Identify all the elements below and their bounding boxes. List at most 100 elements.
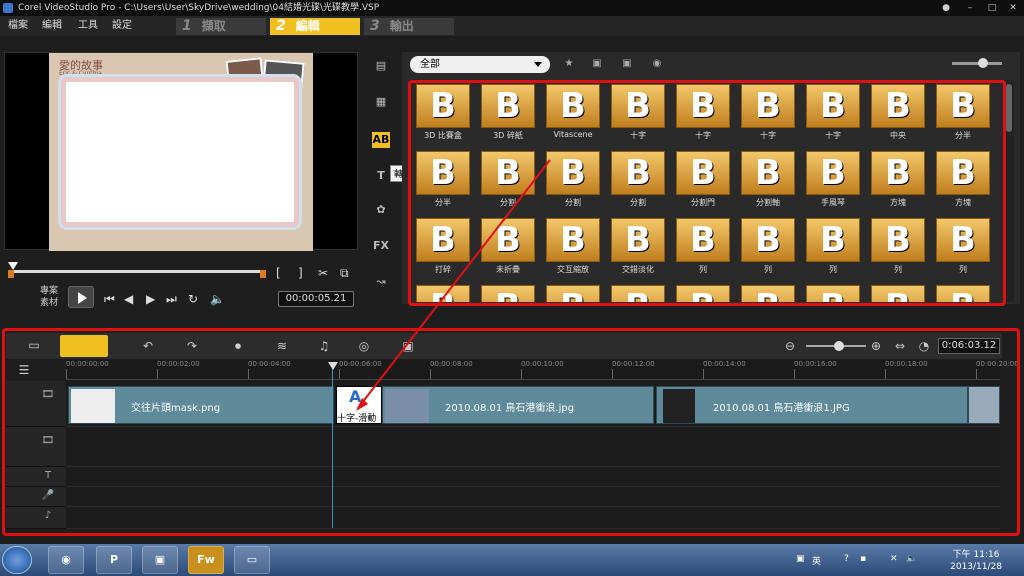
media-icon[interactable]: ▤ <box>372 58 390 74</box>
transition-tile[interactable]: B 中央 <box>867 84 929 146</box>
transition-tile[interactable]: B 3D 比賽盒 <box>412 84 474 146</box>
zoom-in-icon[interactable]: ⊕ <box>866 337 886 355</box>
maximize-button[interactable]: □ <box>982 2 1002 14</box>
ime-icon[interactable]: ▣ <box>796 554 805 564</box>
clip-surf-1[interactable]: 2010.08.01 鳥石港衝浪.jpg <box>382 386 654 424</box>
transition-tile[interactable]: B 打碎 <box>412 218 474 280</box>
transition-tile[interactable]: B <box>542 285 604 302</box>
play-button[interactable] <box>68 286 94 308</box>
apply-current-icon[interactable]: ▣ <box>620 58 634 70</box>
redo-icon[interactable]: ↷ <box>182 337 202 355</box>
playhead[interactable] <box>328 362 338 528</box>
apply-random-icon[interactable]: ▣ <box>590 58 604 70</box>
sound-mixer-icon[interactable]: ≋ <box>272 337 292 355</box>
start-button[interactable] <box>2 546 32 574</box>
transition-tile[interactable]: B 分割 <box>477 151 539 213</box>
fit-project-icon[interactable]: ⇔ <box>890 337 910 355</box>
mark-in-icon[interactable]: [ <box>276 266 281 280</box>
transition-tile[interactable]: B <box>672 285 734 302</box>
transition-tile[interactable]: B 分割 <box>542 151 604 213</box>
motion-tracking-icon[interactable]: ◎ <box>354 337 374 355</box>
transition-tile[interactable]: B 分割門 <box>672 151 734 213</box>
scrub-rail[interactable] <box>10 270 264 273</box>
transition-tile[interactable]: B <box>607 285 669 302</box>
transition-icon[interactable]: AB <box>372 132 390 148</box>
preview-timecode[interactable]: 00:00:05.21 <box>278 291 354 307</box>
minimize-button[interactable]: – <box>960 2 980 14</box>
tab-capture[interactable]: 1 擷取 <box>176 18 266 35</box>
network-icon[interactable]: ✕ <box>890 554 898 564</box>
transition-tile[interactable]: B <box>802 285 864 302</box>
previous-frame-icon[interactable]: ◀ <box>124 292 133 306</box>
videostudio-app[interactable]: ▣ <box>142 546 178 574</box>
help-icon[interactable]: ● <box>936 2 956 14</box>
timeline-view-button[interactable] <box>60 335 108 357</box>
transition-tile[interactable]: B 分半 <box>412 151 474 213</box>
clip-next[interactable] <box>968 386 1000 424</box>
preview-window[interactable]: 愛的故事 Eric & Cynthia <box>4 52 358 251</box>
repeat-icon[interactable]: ↻ <box>188 292 198 306</box>
clip-intro-mask[interactable]: 交往片頭mask.png <box>68 386 334 424</box>
mark-out-icon[interactable]: ] <box>298 266 303 280</box>
transition-tile[interactable]: B 分半 <box>932 84 994 146</box>
fireworks-app[interactable]: Fw <box>188 546 224 574</box>
zoom-knob[interactable] <box>834 341 844 351</box>
scrub-handle[interactable] <box>8 262 18 270</box>
playhead-cap[interactable] <box>328 362 338 370</box>
scissors-icon[interactable]: ✂ <box>318 266 328 280</box>
transition-tile[interactable]: B <box>867 285 929 302</box>
end-icon[interactable]: ⏭ <box>166 292 177 307</box>
home-icon[interactable]: ⏮ <box>104 292 115 307</box>
transition-tile[interactable]: B 未折疊 <box>477 218 539 280</box>
title-track[interactable] <box>66 467 1000 487</box>
menu-file[interactable]: 檔案 <box>8 16 28 36</box>
music-track[interactable] <box>66 507 1000 529</box>
transition-tile[interactable]: B <box>412 285 474 302</box>
storyboard-view-icon[interactable]: ▭ <box>24 336 44 354</box>
transition-tile[interactable]: B 手風琴 <box>802 151 864 213</box>
scrubber[interactable] <box>8 262 266 278</box>
timeline-ruler[interactable]: 00:00:00:00 00:00:02:00 00:00:04:00 00:00:0… <box>66 360 1019 380</box>
library-scrollbar[interactable] <box>1004 80 1014 302</box>
transition-tile[interactable]: B 分割軸 <box>737 151 799 213</box>
record-capture-icon[interactable]: ⏺ <box>228 337 248 355</box>
next-frame-icon[interactable]: ▶ <box>146 292 155 306</box>
tab-share[interactable]: 3 輸出 <box>364 18 454 35</box>
transition-tile[interactable]: B 交錯淡化 <box>607 218 669 280</box>
transition-tile[interactable]: B 方塊 <box>932 151 994 213</box>
transition-tile[interactable]: B列 <box>932 218 994 280</box>
category-dropdown[interactable]: 全部 <box>410 56 550 73</box>
transition-tile[interactable]: B列 <box>737 218 799 280</box>
overlay-track[interactable] <box>66 427 1000 467</box>
transition-tile[interactable]: B 3D 碎紙 <box>477 84 539 146</box>
transition-tile[interactable]: B <box>477 285 539 302</box>
menu-settings[interactable]: 設定 <box>112 16 132 36</box>
subtitle-editor-icon[interactable]: ▣ <box>398 337 418 355</box>
transition-clip[interactable]: A 十字-滑動 <box>336 386 382 424</box>
volume-tray-icon[interactable]: 🔈 <box>906 554 917 564</box>
voice-track[interactable] <box>66 487 1000 507</box>
slider-knob[interactable] <box>978 58 988 68</box>
transition-tile[interactable]: B 分割 <box>607 151 669 213</box>
thumbnail-size-slider[interactable] <box>952 58 1002 68</box>
menu-tools[interactable]: 工具 <box>78 16 98 36</box>
help-tray-icon[interactable]: ? <box>844 554 849 564</box>
clip-surf-2[interactable]: 2010.08.01 鳥石港衝浪1.JPG <box>656 386 968 424</box>
mode-project[interactable]: 專案 <box>40 285 58 297</box>
undo-icon[interactable]: ↶ <box>138 337 158 355</box>
transition-tile[interactable]: B 方塊 <box>867 151 929 213</box>
timeline-zoom-slider[interactable] <box>806 341 866 351</box>
transition-tile[interactable]: B列 <box>802 218 864 280</box>
add-favorite-icon[interactable]: ★ <box>562 58 576 70</box>
path-icon[interactable]: ↝ <box>372 274 390 290</box>
tray-icon[interactable]: ▪ <box>860 554 866 564</box>
transition-tile[interactable]: B <box>737 285 799 302</box>
graphic-icon[interactable]: ✿ <box>372 202 390 218</box>
clock[interactable]: 下午 11:16 2013/11/28 <box>950 549 1002 573</box>
mode-clip[interactable]: 素材 <box>40 297 58 309</box>
scroll-thumb[interactable] <box>1006 84 1012 132</box>
timeline-timecode[interactable]: 0:06:03.12 <box>938 338 1000 354</box>
transition-tile[interactable]: B <box>932 285 994 302</box>
close-button[interactable]: ✕ <box>1003 2 1023 14</box>
transition-tile[interactable]: B 十字 <box>672 84 734 146</box>
